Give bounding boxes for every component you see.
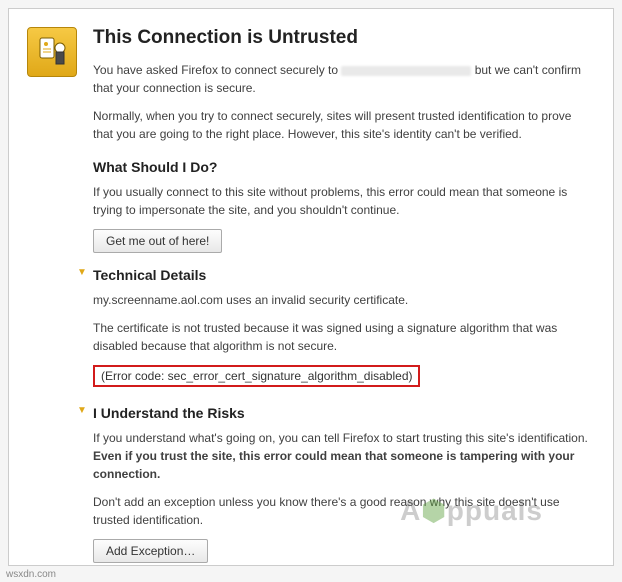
get-me-out-button[interactable]: Get me out of here! (93, 229, 222, 253)
tech-text-1: my.screenname.aol.com uses an invalid se… (93, 291, 591, 309)
tech-text-2: The certificate is not trusted because i… (93, 319, 591, 355)
expand-arrow-icon: ▼ (77, 405, 87, 416)
error-code-text: (Error code: sec_error_cert_signature_al… (101, 369, 412, 383)
risks-1b: Even if you trust the site, this error c… (93, 449, 574, 481)
technical-details-expander[interactable]: ▼ Technical Details (77, 253, 591, 291)
risks-text-1: If you understand what's going on, you c… (93, 429, 591, 483)
technical-details-heading: Technical Details (93, 267, 206, 283)
what-should-i-do-heading: What Should I Do? (93, 159, 591, 175)
understand-risks-heading: I Understand the Risks (93, 405, 245, 421)
untrusted-connection-panel: This Connection is Untrusted You have as… (8, 8, 614, 566)
intro-1a: You have asked Firefox to connect secure… (93, 63, 341, 77)
page-title: This Connection is Untrusted (93, 27, 591, 49)
untrusted-cert-icon (27, 27, 77, 77)
source-caption: wsxdn.com (6, 569, 56, 580)
understand-risks-expander[interactable]: ▼ I Understand the Risks (77, 391, 591, 429)
risks-1a: If you understand what's going on, you c… (93, 431, 588, 445)
intro-paragraph-1: You have asked Firefox to connect secure… (93, 61, 591, 97)
what-should-i-do-text: If you usually connect to this site with… (93, 183, 591, 219)
expand-arrow-icon: ▼ (77, 267, 87, 278)
add-exception-button[interactable]: Add Exception… (93, 539, 208, 563)
risks-text-2: Don't add an exception unless you know t… (93, 493, 591, 529)
error-code-highlight: (Error code: sec_error_cert_signature_al… (93, 365, 420, 387)
intro-paragraph-2: Normally, when you try to connect secure… (93, 107, 591, 143)
obscured-hostname (341, 66, 471, 76)
